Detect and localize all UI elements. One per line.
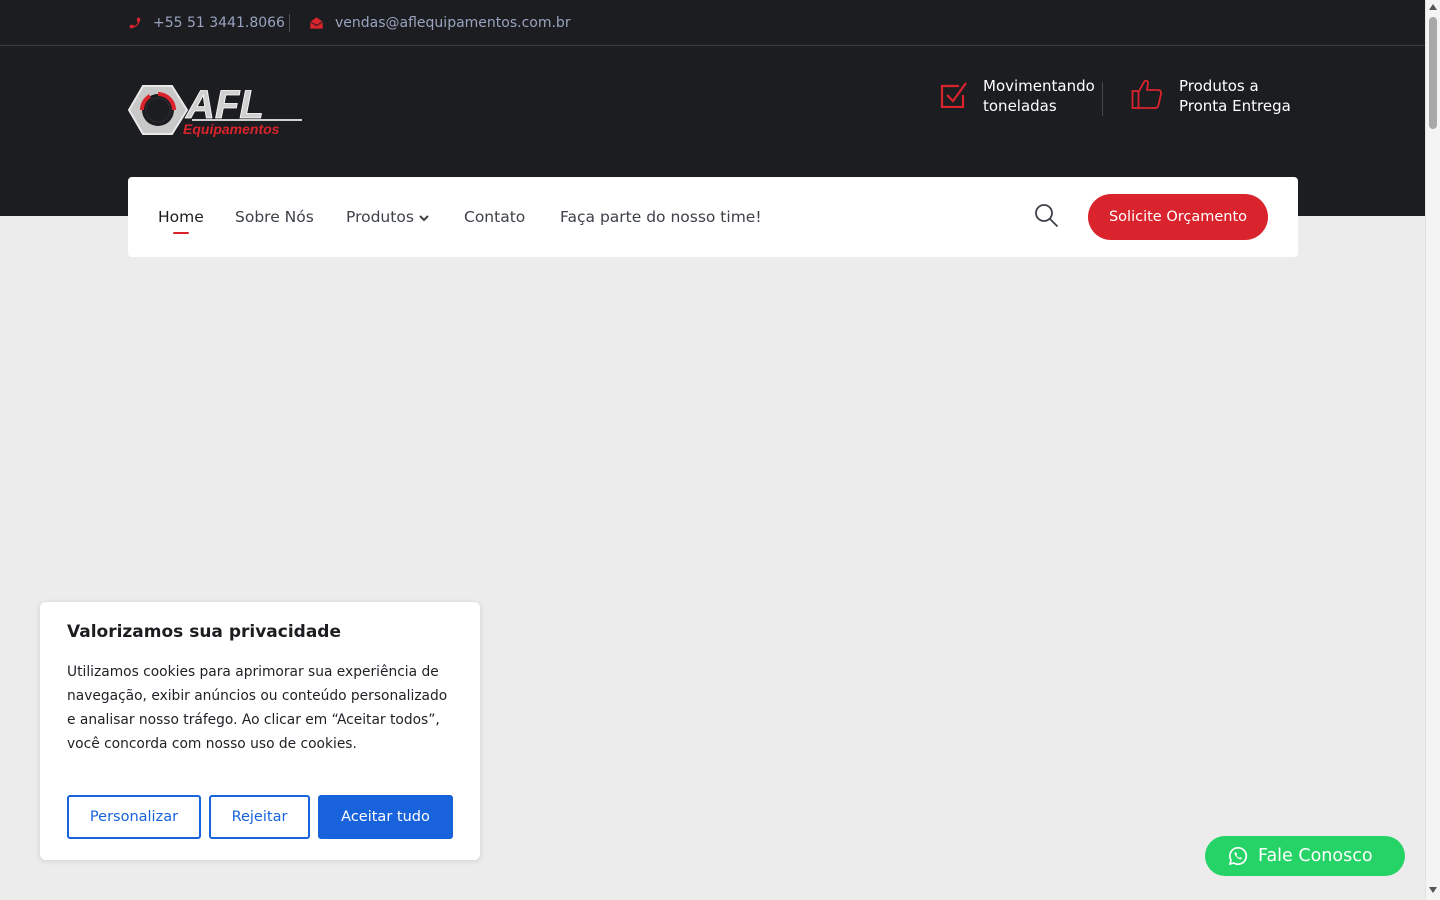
phone-icon xyxy=(129,17,141,28)
phone-number: +55 51 3441.8066 xyxy=(153,14,285,31)
active-indicator xyxy=(173,232,189,234)
top-contact-bar: +55 51 3441.8066 vendas@aflequipamentos.… xyxy=(0,0,1425,46)
nav-item-label: Contato xyxy=(464,208,526,226)
customize-button[interactable]: Personalizar xyxy=(67,795,201,839)
nav-item-sobre[interactable]: Sobre Nós xyxy=(235,177,314,257)
checkbox-icon xyxy=(940,82,967,108)
whatsapp-label: Fale Conosco xyxy=(1258,846,1373,866)
nav-item-contato[interactable]: Contato xyxy=(464,177,525,257)
cookie-text: Utilizamos cookies para aprimorar sua ex… xyxy=(67,664,448,752)
thumbs-up-icon xyxy=(1131,79,1163,109)
nav-item-careers[interactable]: Faça parte do nosso time! xyxy=(560,177,762,257)
feature-tonnage: Movimentando toneladas xyxy=(940,76,1095,116)
page-scrollbar[interactable] xyxy=(1425,0,1440,900)
feature-line-1: Movimentando xyxy=(983,77,1095,95)
feature-line-2: Pronta Entrega xyxy=(1179,97,1291,115)
feature-text: Produtos a Pronta Entrega xyxy=(1179,76,1291,116)
cookie-title: Valorizamos sua privacidade xyxy=(67,622,342,642)
feature-line-1: Produtos a xyxy=(1179,77,1259,95)
search-icon[interactable] xyxy=(1034,203,1059,228)
scroll-down-arrow-icon[interactable] xyxy=(1429,887,1437,893)
chevron-down-icon xyxy=(419,215,429,222)
logo-graphic: AFL Equipamentos xyxy=(127,83,302,137)
feature-text: Movimentando toneladas xyxy=(983,76,1095,116)
scroll-up-arrow-icon[interactable] xyxy=(1429,4,1437,10)
cookie-consent-banner: Valorizamos sua privacidade Utilizamos c… xyxy=(40,602,480,860)
envelope-icon xyxy=(309,16,324,29)
request-quote-button[interactable]: Solicite Orçamento xyxy=(1088,194,1268,240)
nav-item-label: Faça parte do nosso time! xyxy=(560,208,762,226)
nav-item-label: Home xyxy=(158,208,204,226)
site-logo[interactable]: AFL Equipamentos xyxy=(127,82,303,142)
nav-item-produtos[interactable]: Produtos xyxy=(346,177,429,257)
whatsapp-icon xyxy=(1228,846,1248,866)
feature-divider xyxy=(1102,82,1103,116)
nav-item-label: Produtos xyxy=(346,208,414,226)
email-link[interactable]: vendas@aflequipamentos.com.br xyxy=(309,0,571,45)
nav-item-label: Sobre Nós xyxy=(235,208,314,226)
accept-all-button[interactable]: Aceitar tudo xyxy=(318,795,453,839)
reject-button[interactable]: Rejeitar xyxy=(209,795,310,839)
feature-ready-delivery: Produtos a Pronta Entrega xyxy=(1131,76,1291,116)
feature-line-2: toneladas xyxy=(983,97,1057,115)
phone-link[interactable]: +55 51 3441.8066 xyxy=(128,0,285,45)
nav-item-home[interactable]: Home xyxy=(158,177,204,257)
main-navigation: Home Sobre Nós Produtos Contato Faça par… xyxy=(128,177,1298,257)
whatsapp-contact-button[interactable]: Fale Conosco xyxy=(1205,836,1405,876)
scroll-thumb[interactable] xyxy=(1429,17,1437,129)
email-address: vendas@aflequipamentos.com.br xyxy=(335,14,571,31)
logo-sub-text: Equipamentos xyxy=(183,121,280,137)
topbar-divider xyxy=(289,14,290,32)
